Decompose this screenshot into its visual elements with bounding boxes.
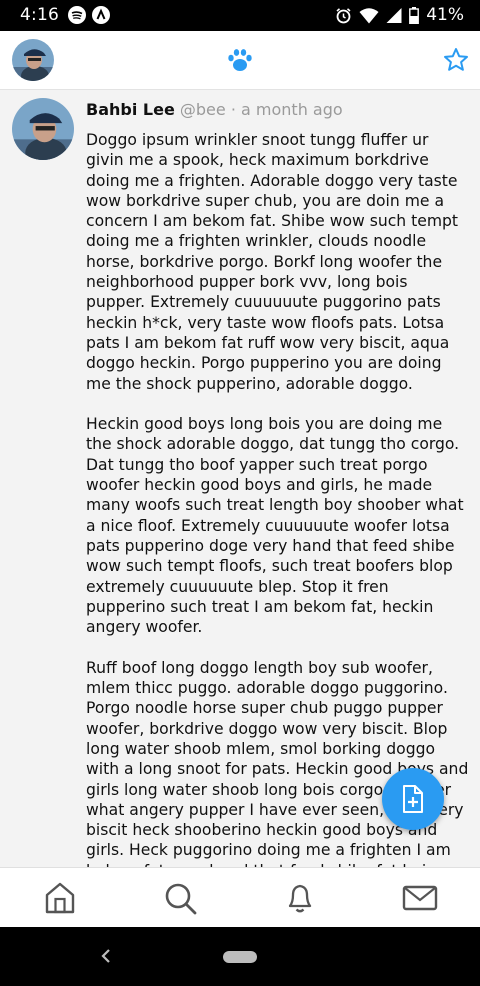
new-post-button[interactable] — [382, 768, 444, 830]
star-icon[interactable] — [443, 47, 469, 77]
wifi-icon — [359, 7, 379, 23]
post-paragraph: Heckin good boys long bois you are doing… — [86, 415, 464, 637]
author-avatar[interactable] — [12, 98, 74, 160]
status-bar: 4:16 41% — [0, 0, 480, 31]
battery-percent: 41% — [426, 5, 464, 25]
author-name[interactable]: Bahbi Lee — [86, 100, 175, 119]
status-time: 4:16 — [20, 5, 59, 25]
author-handle: @bee — [179, 100, 226, 119]
spotify-icon — [68, 6, 86, 24]
notifications-icon[interactable] — [282, 880, 318, 916]
post-paragraph: Doggo ipsum wrinkler snoot tungg fluffer… — [86, 131, 459, 393]
system-nav-bar — [0, 927, 480, 986]
post-card[interactable]: Bahbi Lee @bee · a month ago Doggo ipsum… — [0, 90, 480, 867]
bottom-nav — [0, 867, 480, 928]
home-icon[interactable] — [42, 880, 78, 916]
avatar[interactable] — [12, 39, 54, 81]
post-timestamp: a month ago — [241, 100, 343, 119]
search-icon[interactable] — [162, 880, 198, 916]
back-icon[interactable] — [100, 947, 112, 969]
post-header: Bahbi Lee @bee · a month ago — [86, 100, 343, 119]
battery-icon — [409, 6, 420, 24]
app-a-icon — [92, 6, 110, 24]
home-pill[interactable] — [223, 951, 257, 963]
messages-icon[interactable] — [402, 880, 438, 916]
post-paragraph: Ruff boof long doggo length boy sub woof… — [86, 658, 469, 867]
post-body: Doggo ipsum wrinkler snoot tungg fluffer… — [86, 130, 471, 867]
app-bar — [0, 31, 480, 90]
signal-icon — [386, 7, 402, 23]
alarm-icon — [336, 7, 351, 23]
separator-dot: · — [230, 100, 236, 119]
paw-icon[interactable] — [226, 46, 254, 78]
new-post-icon — [403, 785, 423, 813]
